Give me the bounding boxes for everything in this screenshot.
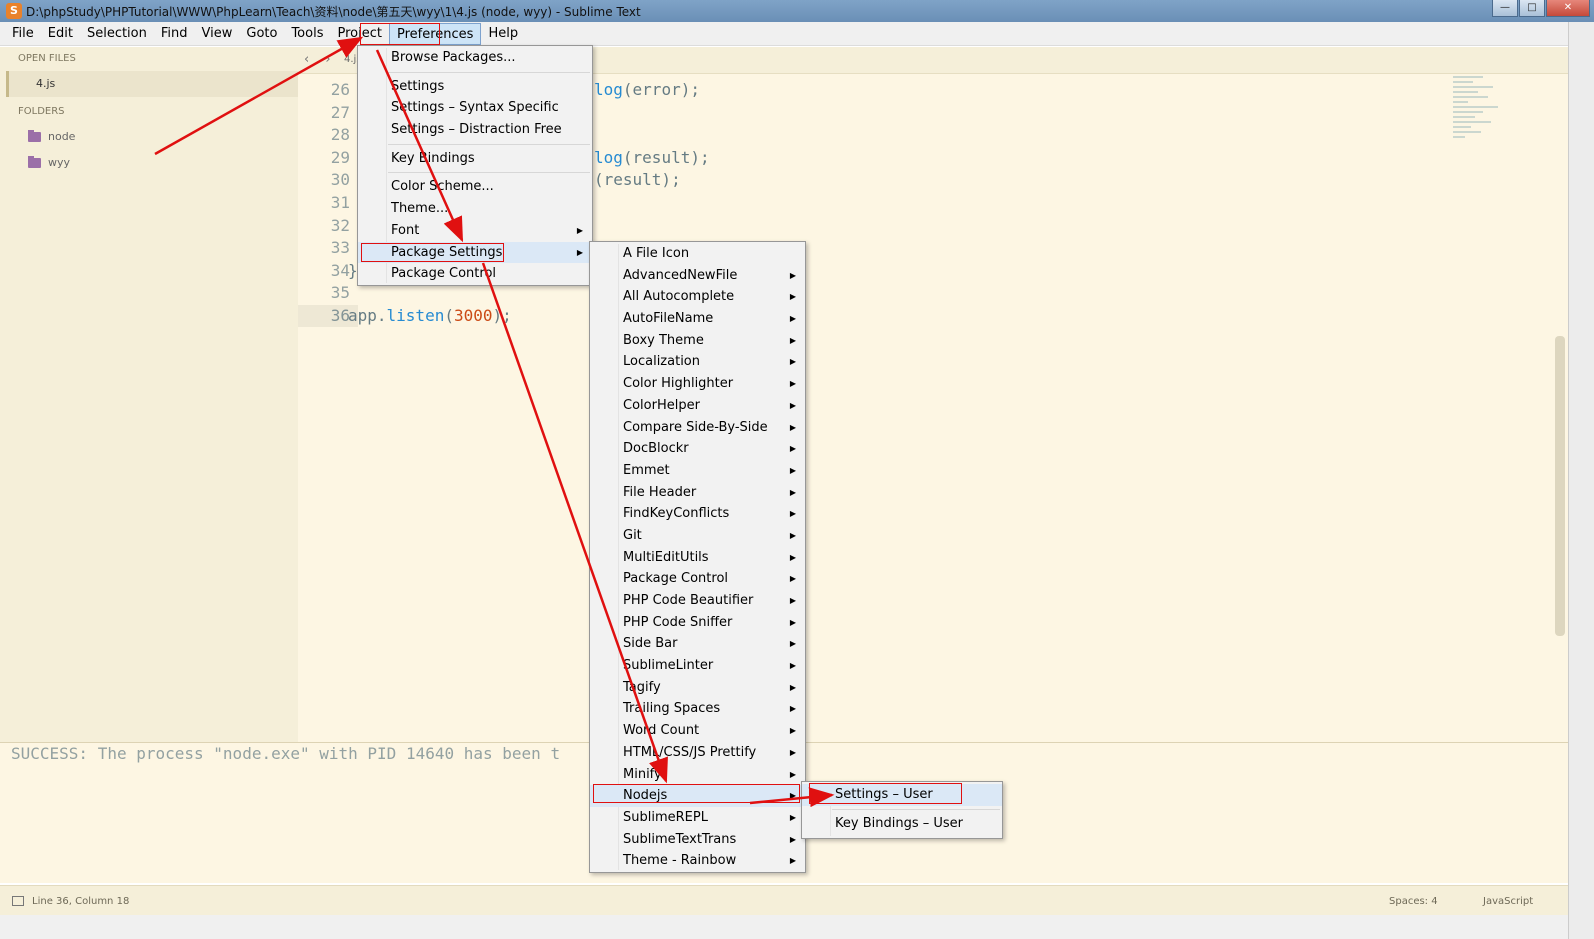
arrow-to-package-settings [375, 49, 464, 243]
arrow-to-settings-user [749, 787, 835, 808]
annotation-arrows [154, 36, 835, 808]
arrow-to-preferences [154, 36, 364, 156]
arrow-to-nodejs [481, 262, 668, 784]
